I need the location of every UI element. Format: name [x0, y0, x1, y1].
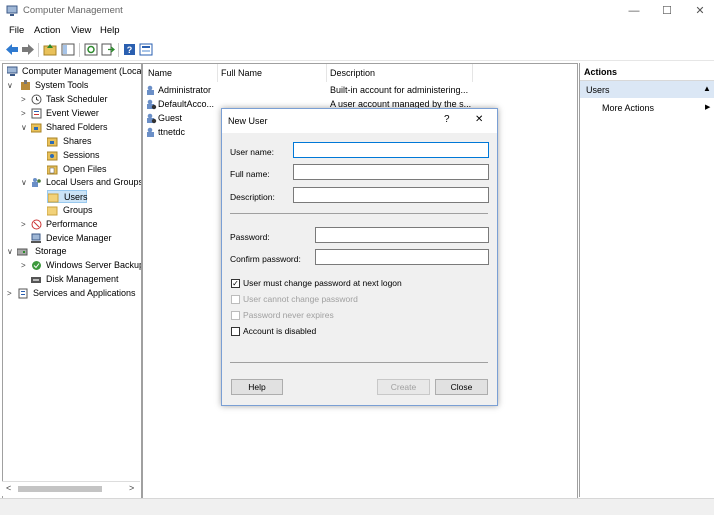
folder-icon: [47, 192, 59, 203]
account-disabled-checkbox[interactable]: [231, 327, 240, 336]
services-icon: [18, 288, 29, 299]
cannot-change-password-checkbox-row: User cannot change password: [231, 294, 471, 306]
computer-management-icon: [6, 66, 18, 77]
divider: [230, 362, 488, 363]
confirm-password-label: Confirm password:: [230, 254, 301, 264]
help-button[interactable]: Help: [231, 379, 283, 395]
user-name-input[interactable]: [293, 142, 489, 158]
collapse-chevron-icon[interactable]: ∨: [7, 79, 15, 92]
users-groups-icon: [31, 177, 42, 188]
user-icon: [146, 127, 157, 142]
collapse-chevron-icon[interactable]: ∨: [7, 245, 15, 258]
show-hide-tree-icon[interactable]: [61, 43, 75, 56]
column-header-name[interactable]: Name: [148, 68, 172, 78]
event-viewer-icon: [31, 108, 42, 119]
help-icon[interactable]: ?: [123, 43, 137, 56]
cannot-change-password-checkbox: [231, 295, 240, 304]
menu-file[interactable]: File: [9, 25, 24, 36]
status-bar: [0, 498, 714, 515]
password-label: Password:: [230, 232, 270, 242]
collapse-chevron-icon[interactable]: ∨: [21, 121, 29, 134]
refresh-icon[interactable]: [84, 43, 98, 56]
expand-chevron-icon[interactable]: >: [21, 218, 29, 231]
up-folder-icon[interactable]: [43, 43, 57, 56]
export-list-icon[interactable]: [101, 43, 116, 56]
properties-icon[interactable]: [139, 43, 153, 56]
scroll-left-arrow-icon[interactable]: <: [6, 483, 11, 493]
svg-text:?: ?: [127, 45, 133, 55]
password-never-expires-checkbox-row: Password never expires: [231, 310, 471, 322]
storage-icon: [16, 246, 28, 257]
disabled-user-icon: [146, 99, 157, 114]
close-window-button[interactable]: ✕: [683, 0, 714, 22]
scrollbar-thumb[interactable]: [18, 486, 102, 492]
minimize-button[interactable]: —: [617, 0, 651, 22]
window-title: Computer Management: [23, 5, 123, 16]
user-name-label: User name:: [230, 147, 274, 157]
actions-section-users[interactable]: Users ▲: [580, 81, 714, 98]
must-change-password-checkbox-row[interactable]: ✓ User must change password at next logo…: [231, 278, 471, 290]
new-user-dialog: New User ? ✕ User name: Full name: Descr…: [221, 108, 498, 406]
title-bar: Computer Management — ☐ ✕: [0, 0, 714, 22]
menu-bar: File Action View Help: [0, 22, 714, 39]
tree-item-users[interactable]: Users: [47, 190, 88, 203]
password-never-expires-checkbox: [231, 311, 240, 320]
scroll-right-arrow-icon[interactable]: >: [129, 483, 134, 493]
collapse-arrow-icon[interactable]: ▲: [703, 84, 711, 93]
submenu-arrow-icon: ▶: [705, 104, 711, 111]
disabled-user-icon: [146, 113, 157, 128]
forward-icon[interactable]: [21, 43, 35, 56]
create-button: Create: [377, 379, 430, 395]
dialog-title-bar: New User ? ✕: [222, 109, 497, 133]
close-button[interactable]: Close: [435, 379, 488, 395]
shares-icon: [46, 136, 58, 147]
help-question-button[interactable]: ?: [444, 114, 450, 125]
account-disabled-checkbox-row[interactable]: Account is disabled: [231, 326, 471, 338]
full-name-input[interactable]: [293, 164, 489, 180]
shared-folder-icon: [30, 122, 42, 133]
description-input[interactable]: [293, 187, 489, 203]
full-name-label: Full name:: [230, 169, 270, 179]
folder-icon: [46, 205, 58, 216]
sessions-icon: [46, 150, 58, 161]
disk-icon: [31, 274, 42, 285]
column-header-description[interactable]: Description: [330, 68, 375, 78]
column-header-full-name[interactable]: Full Name: [221, 68, 262, 78]
open-files-icon: [46, 164, 58, 175]
user-icon: [146, 85, 157, 100]
expand-chevron-icon[interactable]: >: [21, 93, 29, 106]
menu-help[interactable]: Help: [100, 25, 120, 36]
expand-chevron-icon[interactable]: >: [21, 107, 29, 120]
actions-pane: Actions Users ▲ More Actions ▶: [579, 63, 714, 497]
more-actions-item[interactable]: More Actions ▶: [580, 100, 714, 116]
password-input[interactable]: [315, 227, 489, 243]
tree-horizontal-scrollbar[interactable]: < >: [2, 481, 140, 496]
computer-management-icon: [6, 5, 18, 17]
performance-icon: [31, 219, 42, 230]
description-label: Description:: [230, 192, 275, 202]
menu-view[interactable]: View: [71, 25, 91, 36]
device-manager-icon: [31, 233, 42, 244]
must-change-password-checkbox[interactable]: ✓: [231, 279, 240, 288]
dialog-title: New User: [228, 116, 268, 126]
back-icon[interactable]: [5, 43, 19, 56]
confirm-password-input[interactable]: [315, 249, 489, 265]
expand-chevron-icon[interactable]: >: [7, 287, 15, 300]
maximize-button[interactable]: ☐: [650, 0, 684, 22]
tools-icon: [20, 80, 31, 91]
toolbar: ?: [0, 40, 714, 61]
dialog-close-button[interactable]: ✕: [475, 114, 483, 125]
divider: [230, 213, 488, 214]
menu-action[interactable]: Action: [34, 25, 60, 36]
clock-icon: [31, 94, 42, 105]
console-tree: Computer Management (Local ∨ System Tool…: [2, 63, 142, 499]
actions-header: Actions: [580, 63, 714, 81]
collapse-chevron-icon[interactable]: ∨: [21, 176, 29, 189]
backup-icon: [31, 260, 42, 271]
expand-chevron-icon[interactable]: >: [21, 259, 29, 272]
